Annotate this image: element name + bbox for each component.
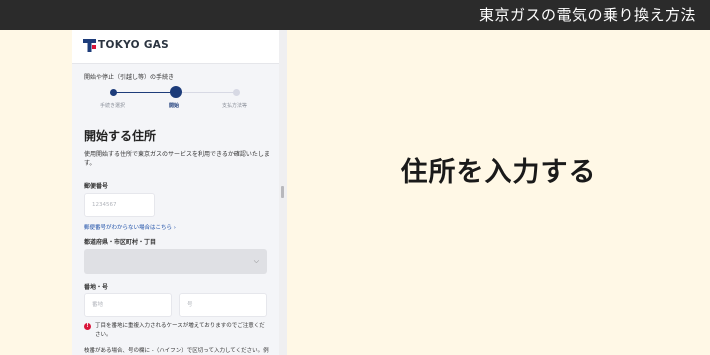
postal-help-link[interactable]: 郵便番号がわからない場合はこちら › <box>84 223 176 231</box>
top-banner: 東京ガスの電気の乗り換え方法 <box>0 0 710 30</box>
tokyo-gas-logo-icon <box>83 39 96 52</box>
prefecture-select[interactable]: ⌵ <box>84 249 267 274</box>
section-title: 開始する住所 <box>84 129 157 143</box>
instruction-panel: 住所を入力する <box>287 30 710 355</box>
step-dot-current <box>170 86 182 98</box>
app-header: TOKYO GAS <box>72 30 279 64</box>
warning-icon: ! <box>84 323 91 330</box>
step-label-select: 手続き選択 <box>100 103 126 109</box>
left-margin <box>0 30 72 355</box>
prefecture-label: 都道府県・市区町村・丁目 <box>84 239 157 246</box>
go-input[interactable]: 号 <box>179 293 267 317</box>
section-description: 使用開始する住所で東京ガスのサービスを利用できるか確認いたします。 <box>84 151 270 167</box>
postal-code-input[interactable]: 1234567 <box>84 193 155 217</box>
step-label-start: 開始 <box>169 103 180 109</box>
chevron-right-icon: › <box>173 225 176 231</box>
postal-help-label: 郵便番号がわからない場合はこちら <box>84 225 173 231</box>
step-dot-upcoming <box>233 89 240 96</box>
banner-title: 東京ガスの電気の乗り換え方法 <box>478 6 696 24</box>
stepper-title: 開始や停止（引越し等）の手続き <box>84 74 175 81</box>
brand-name: TOKYO GAS <box>98 39 170 51</box>
warning-text: 丁目を番地に重複入力されるケースが増えておりますのでご注意ください。 <box>95 323 265 338</box>
banchi-input[interactable]: 番地 <box>84 293 172 317</box>
instruction-headline: 住所を入力する <box>400 157 597 188</box>
drag-handle-icon[interactable] <box>281 186 284 198</box>
step-label-payment: 支払方法等 <box>222 103 248 109</box>
step-dot-done <box>110 89 117 96</box>
branch-number-note: 枝番がある場合、号の欄に -（ハイフン）で区切って入力してください。例 <box>84 348 269 354</box>
address-number-label: 番地・号 <box>84 284 109 291</box>
chevron-down-icon: ⌵ <box>253 257 259 265</box>
postal-label: 郵便番号 <box>84 183 109 190</box>
stepper-line-done <box>113 92 176 93</box>
phone-screen: TOKYO GAS 開始や停止（引越し等）の手続き 手続き選択 開始 支払方法等… <box>72 30 279 355</box>
stepper-line-upcoming <box>176 92 236 93</box>
